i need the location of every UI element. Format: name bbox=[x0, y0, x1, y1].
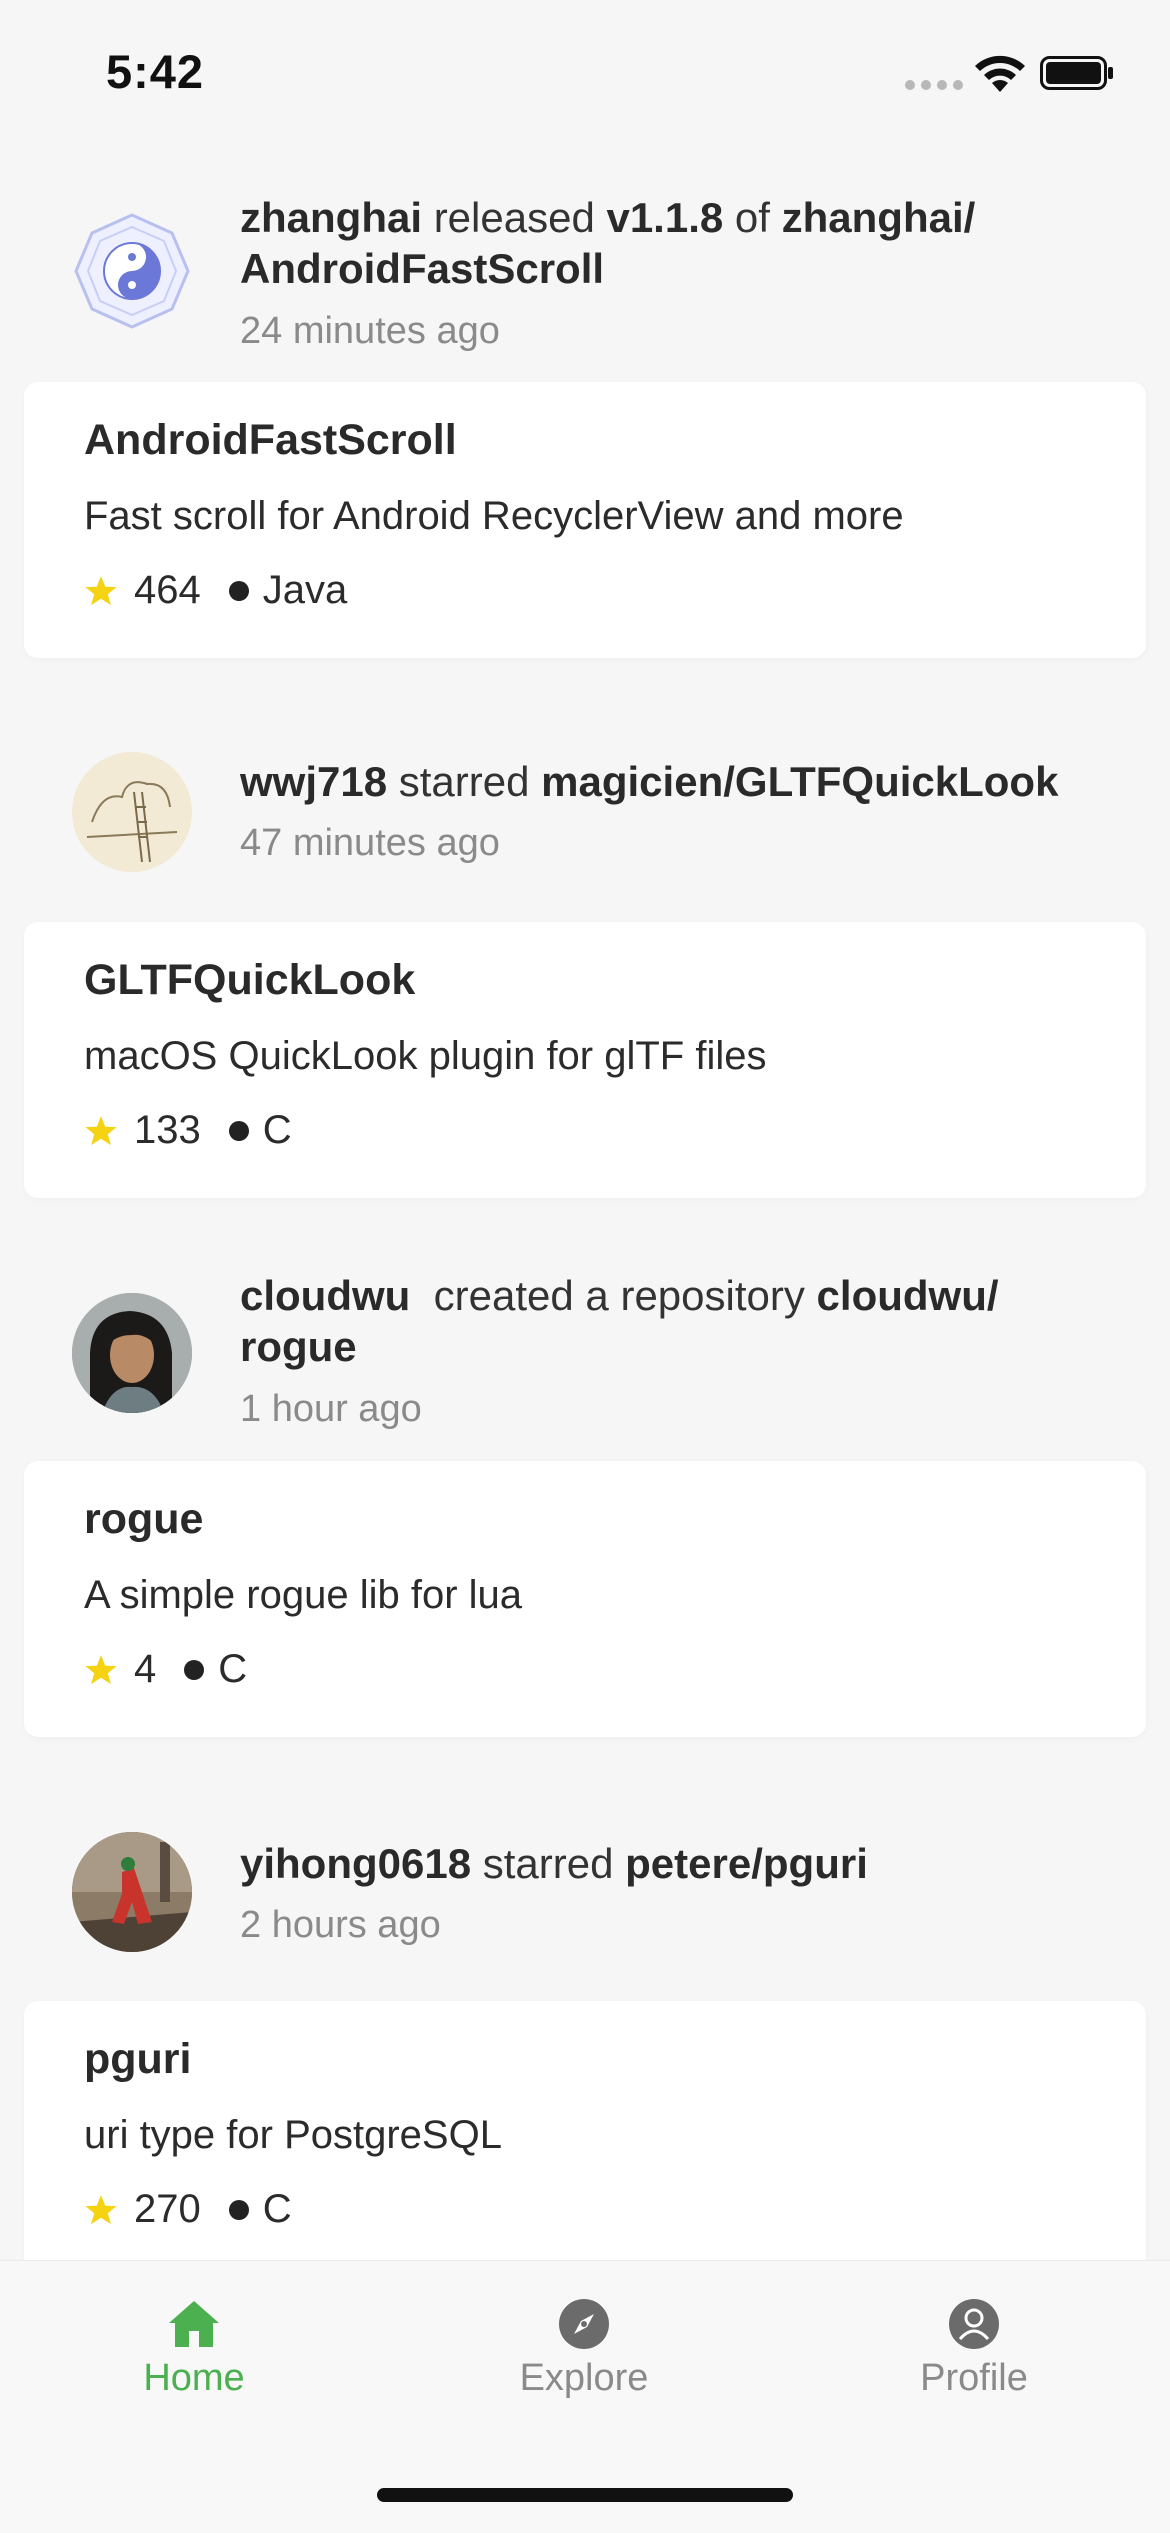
repo-card[interactable]: pguri uri type for PostgreSQL 270 C bbox=[24, 2001, 1146, 2260]
actor-link[interactable]: wwj718 bbox=[240, 758, 387, 805]
repo-language: C bbox=[262, 2187, 292, 2231]
actor-avatar[interactable] bbox=[72, 1832, 192, 1952]
person-photo-avatar-icon bbox=[72, 1293, 192, 1413]
repo-name: rogue bbox=[84, 1495, 204, 1543]
event-timestamp: 24 minutes ago bbox=[240, 310, 500, 352]
repo-card[interactable]: AndroidFastScroll Fast scroll for Androi… bbox=[24, 382, 1146, 658]
repo-meta: 4 C bbox=[84, 1647, 247, 1692]
event-headline: cloudwu created a repository cloudwu/rog… bbox=[240, 1270, 1120, 1372]
status-time: 5:42 bbox=[106, 45, 205, 98]
repo-card[interactable]: GLTFQuickLook macOS QuickLook plugin for… bbox=[24, 922, 1146, 1198]
star-count: 270 bbox=[134, 2187, 201, 2231]
star-count: 464 bbox=[134, 568, 201, 612]
tab-home[interactable]: Home bbox=[94, 2297, 294, 2400]
star-icon bbox=[85, 2194, 117, 2224]
repo-name: AndroidFastScroll bbox=[84, 416, 457, 464]
person-icon bbox=[949, 2299, 999, 2349]
language-dot-icon bbox=[228, 2199, 249, 2220]
yin-yang-avatar-icon bbox=[74, 213, 190, 329]
tab-profile[interactable]: Profile bbox=[874, 2297, 1074, 2400]
event-headline: zhanghai released v1.1.8 of zhanghai/And… bbox=[240, 192, 1120, 294]
repo-meta: 464 Java bbox=[84, 568, 347, 613]
repo-language: Java bbox=[262, 568, 348, 612]
wifi-icon bbox=[975, 55, 1025, 92]
actor-avatar[interactable] bbox=[72, 1293, 192, 1413]
event-action: released bbox=[433, 194, 595, 241]
release-version[interactable]: v1.1.8 bbox=[606, 194, 723, 241]
repo-description: A simple rogue lib for lua bbox=[84, 1573, 523, 1617]
star-icon bbox=[85, 1654, 117, 1684]
tab-home-label: Home bbox=[143, 2357, 245, 2399]
of-word: of bbox=[734, 194, 770, 241]
repo-name: pguri bbox=[84, 2035, 192, 2083]
actor-avatar[interactable] bbox=[72, 211, 192, 331]
star-icon bbox=[85, 1115, 117, 1145]
star-count: 4 bbox=[134, 1647, 157, 1691]
star-count: 133 bbox=[134, 1108, 201, 1152]
repo-meta: 133 C bbox=[84, 1108, 292, 1153]
actor-link[interactable]: zhanghai bbox=[240, 194, 422, 241]
repo-language: C bbox=[262, 1108, 292, 1152]
language-dot-icon bbox=[228, 1120, 249, 1141]
battery-icon bbox=[1040, 56, 1113, 90]
target-repo-link[interactable]: petere/pguri bbox=[625, 1840, 868, 1887]
home-indicator[interactable] bbox=[377, 2488, 793, 2502]
tab-explore-label: Explore bbox=[519, 2357, 649, 2399]
event-headline: wwj718 starred magicien/GLTFQuickLook bbox=[240, 756, 1120, 807]
actor-link[interactable]: yihong0618 bbox=[240, 1840, 471, 1887]
repo-language: C bbox=[218, 1647, 248, 1691]
repo-description: macOS QuickLook plugin for glTF files bbox=[84, 1034, 767, 1078]
event-timestamp: 47 minutes ago bbox=[240, 822, 500, 864]
target-repo-link[interactable]: magicien/GLTFQuickLook bbox=[541, 758, 1058, 805]
tab-profile-label: Profile bbox=[920, 2357, 1028, 2399]
event-action: starred bbox=[398, 758, 530, 805]
event-action: starred bbox=[482, 1840, 614, 1887]
compass-icon bbox=[559, 2299, 609, 2349]
repo-meta: 270 C bbox=[84, 2187, 292, 2232]
photo-avatar-icon bbox=[72, 1832, 192, 1952]
status-bar: 5:42 bbox=[0, 0, 1170, 150]
repo-name: GLTFQuickLook bbox=[84, 956, 416, 1004]
actor-avatar[interactable] bbox=[72, 752, 192, 872]
event-headline: yihong0618 starred petere/pguri bbox=[240, 1838, 1120, 1889]
sketch-avatar-icon bbox=[72, 752, 192, 872]
tab-explore[interactable]: Explore bbox=[484, 2297, 684, 2400]
event-timestamp: 1 hour ago bbox=[240, 1388, 422, 1430]
cellular-signal-icon bbox=[905, 80, 963, 90]
actor-link[interactable]: cloudwu bbox=[240, 1272, 410, 1319]
language-dot-icon bbox=[184, 1659, 205, 1680]
repo-card[interactable]: rogue A simple rogue lib for lua 4 C bbox=[24, 1461, 1146, 1737]
repo-description: uri type for PostgreSQL bbox=[84, 2113, 502, 2157]
home-icon bbox=[169, 2301, 219, 2347]
event-timestamp: 2 hours ago bbox=[240, 1904, 441, 1946]
repo-description: Fast scroll for Android RecyclerView and… bbox=[84, 494, 904, 538]
event-action: created a repository bbox=[433, 1272, 805, 1319]
language-dot-icon bbox=[228, 580, 249, 601]
star-icon bbox=[85, 575, 117, 605]
